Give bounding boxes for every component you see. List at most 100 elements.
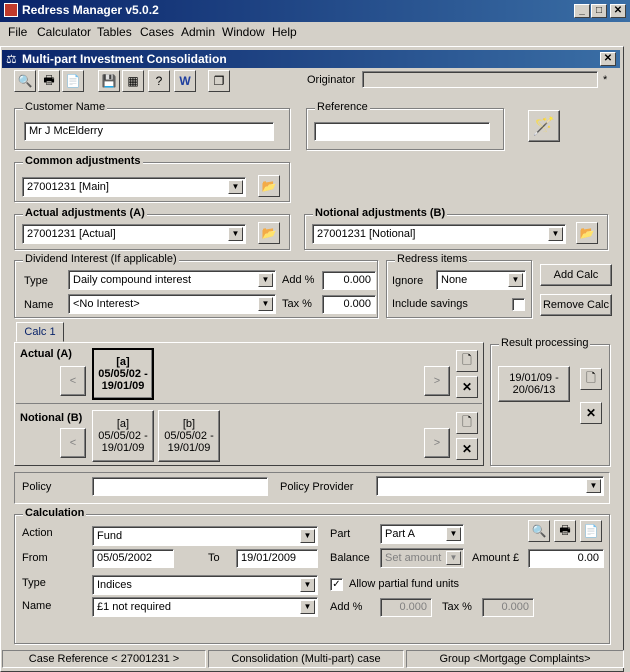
windows-icon[interactable]: ❐ bbox=[208, 70, 230, 92]
actual-item-range: 05/05/02 - 19/01/09 bbox=[98, 368, 148, 392]
actual-prev-button[interactable]: < bbox=[60, 366, 86, 396]
name-value: £1 not required bbox=[97, 601, 171, 613]
menu-file[interactable]: File bbox=[8, 25, 27, 39]
spreadsheet-icon[interactable]: ▦ bbox=[122, 70, 144, 92]
notional-adjustments-select[interactable]: 27001231 [Notional] ▼ bbox=[312, 224, 566, 244]
save-icon[interactable]: 💾 bbox=[98, 70, 120, 92]
dividend-name-label: Name bbox=[24, 299, 54, 311]
result-label: Result processing bbox=[499, 337, 591, 349]
amount-input[interactable]: 0.00 bbox=[528, 549, 604, 568]
chevron-down-icon: ▼ bbox=[586, 479, 601, 493]
print-icon[interactable]: 🖶 bbox=[554, 520, 576, 542]
to-label: To bbox=[208, 552, 220, 564]
folder-open-icon[interactable]: 📂 bbox=[258, 222, 280, 244]
wizard-wand-icon[interactable]: 🪄 bbox=[528, 110, 560, 142]
policy-provider-label: Policy Provider bbox=[280, 481, 354, 493]
dividend-tax-label: Tax % bbox=[282, 298, 312, 310]
menu-window[interactable]: Window bbox=[222, 25, 265, 39]
chevron-down-icon: ▼ bbox=[228, 227, 243, 241]
part-select[interactable]: Part A ▼ bbox=[380, 524, 464, 544]
pdf-icon[interactable]: 📄 bbox=[580, 520, 602, 542]
close-icon[interactable]: ✕ bbox=[610, 4, 626, 18]
notional-item-range: 05/05/02 - 19/01/09 bbox=[164, 430, 214, 454]
calc-add-input[interactable]: 0.000 bbox=[380, 598, 432, 617]
balance-select[interactable]: Set amount ▼ bbox=[380, 548, 464, 568]
policy-provider-select[interactable]: ▼ bbox=[376, 476, 604, 496]
name-select[interactable]: £1 not required ▼ bbox=[92, 597, 318, 617]
customer-name-input[interactable]: Mr J McElderry bbox=[24, 122, 274, 141]
scales-icon: ⚖ bbox=[6, 52, 17, 66]
actual-row-label: Actual (A) bbox=[20, 348, 72, 360]
dividend-type-value: Daily compound interest bbox=[73, 274, 192, 286]
to-date-input[interactable]: 19/01/2009 bbox=[236, 549, 318, 568]
actual-adjustments-select[interactable]: 27001231 [Actual] ▼ bbox=[22, 224, 246, 244]
preview-icon[interactable]: 🔍 bbox=[14, 70, 36, 92]
calc-add-label: Add % bbox=[330, 601, 363, 613]
notional-item-tag: [b] bbox=[182, 418, 196, 430]
actual-next-button[interactable]: > bbox=[424, 366, 450, 396]
chevron-down-icon: ▼ bbox=[300, 600, 315, 614]
menu-cases[interactable]: Cases bbox=[140, 25, 174, 39]
remove-calc-button[interactable]: Remove Calc bbox=[540, 294, 612, 316]
notional-item-b[interactable]: [b] 05/05/02 - 19/01/09 bbox=[158, 410, 220, 462]
folder-open-icon[interactable]: 📂 bbox=[258, 175, 280, 197]
actual-item-a[interactable]: [a] 05/05/02 - 19/01/09 bbox=[92, 348, 154, 400]
preview-icon[interactable]: 🔍 bbox=[528, 520, 550, 542]
include-savings-checkbox[interactable] bbox=[512, 298, 525, 311]
new-document-icon[interactable]: 🗋 bbox=[456, 350, 478, 372]
amount-label: Amount £ bbox=[472, 552, 520, 564]
child-close-icon[interactable]: ✕ bbox=[600, 52, 616, 66]
chevron-down-icon: ▼ bbox=[446, 551, 461, 565]
notional-prev-button[interactable]: < bbox=[60, 428, 86, 458]
common-adjustments-select[interactable]: 27001231 [Main] ▼ bbox=[22, 177, 246, 197]
type-select[interactable]: Indices ▼ bbox=[92, 575, 318, 595]
dividend-name-select[interactable]: <No Interest> ▼ bbox=[68, 294, 276, 314]
menu-help[interactable]: Help bbox=[272, 25, 297, 39]
minimize-icon[interactable]: _ bbox=[574, 4, 590, 18]
delete-icon[interactable]: ✕ bbox=[456, 438, 478, 460]
child-title: Multi-part Investment Consolidation bbox=[22, 52, 227, 66]
dividend-add-input[interactable]: 0.000 bbox=[322, 271, 376, 290]
calc-tax-label: Tax % bbox=[442, 601, 472, 613]
dividend-tax-input[interactable]: 0.000 bbox=[322, 295, 376, 314]
tab-calc-1[interactable]: Calc 1 bbox=[16, 322, 64, 342]
from-date-input[interactable]: 05/05/2002 bbox=[92, 549, 174, 568]
balance-value: Set amount bbox=[385, 552, 442, 564]
notional-next-button[interactable]: > bbox=[424, 428, 450, 458]
menu-calculator[interactable]: Calculator bbox=[37, 25, 91, 39]
required-mark: * bbox=[603, 74, 608, 86]
chevron-down-icon: ▼ bbox=[446, 527, 461, 541]
new-document-icon[interactable]: 🗋 bbox=[456, 412, 478, 434]
maximize-icon[interactable]: □ bbox=[591, 4, 607, 18]
word-icon[interactable]: W bbox=[174, 70, 196, 92]
calc-tax-input[interactable]: 0.000 bbox=[482, 598, 534, 617]
app-title-bar: Redress Manager v5.0.2 _ □ ✕ bbox=[0, 0, 630, 22]
delete-icon[interactable]: ✕ bbox=[580, 402, 602, 424]
delete-icon[interactable]: ✕ bbox=[456, 376, 478, 398]
include-savings-label: Include savings bbox=[392, 298, 468, 310]
ignore-select[interactable]: None ▼ bbox=[436, 270, 526, 290]
reference-input[interactable] bbox=[314, 122, 490, 141]
menu-admin[interactable]: Admin bbox=[181, 25, 215, 39]
new-document-icon[interactable]: 🗋 bbox=[580, 368, 602, 390]
notional-adjustments-value: 27001231 [Notional] bbox=[317, 228, 416, 240]
result-item[interactable]: 19/01/09 - 20/06/13 bbox=[498, 366, 570, 402]
help-icon[interactable]: ? bbox=[148, 70, 170, 92]
dividend-type-select[interactable]: Daily compound interest ▼ bbox=[68, 270, 276, 290]
menu-bar: File Calculator Tables Cases Admin Windo… bbox=[0, 22, 630, 42]
action-select[interactable]: Fund ▼ bbox=[92, 526, 318, 546]
policy-input[interactable] bbox=[92, 477, 268, 496]
notional-item-range: 05/05/02 - 19/01/09 bbox=[98, 430, 148, 454]
menu-tables[interactable]: Tables bbox=[97, 25, 132, 39]
notional-item-a[interactable]: [a] 05/05/02 - 19/01/09 bbox=[92, 410, 154, 462]
chevron-down-icon: ▼ bbox=[300, 529, 315, 543]
print-icon[interactable]: 🖶 bbox=[38, 70, 60, 92]
chevron-down-icon: ▼ bbox=[548, 227, 563, 241]
actual-adjustments-value: 27001231 [Actual] bbox=[27, 228, 116, 240]
policy-label: Policy bbox=[22, 481, 52, 493]
originator-field[interactable] bbox=[362, 71, 598, 88]
add-calc-button[interactable]: Add Calc bbox=[540, 264, 612, 286]
allow-partial-checkbox[interactable]: ✓ bbox=[330, 578, 343, 591]
pdf-icon[interactable]: 📄 bbox=[62, 70, 84, 92]
folder-open-icon[interactable]: 📂 bbox=[576, 222, 598, 244]
